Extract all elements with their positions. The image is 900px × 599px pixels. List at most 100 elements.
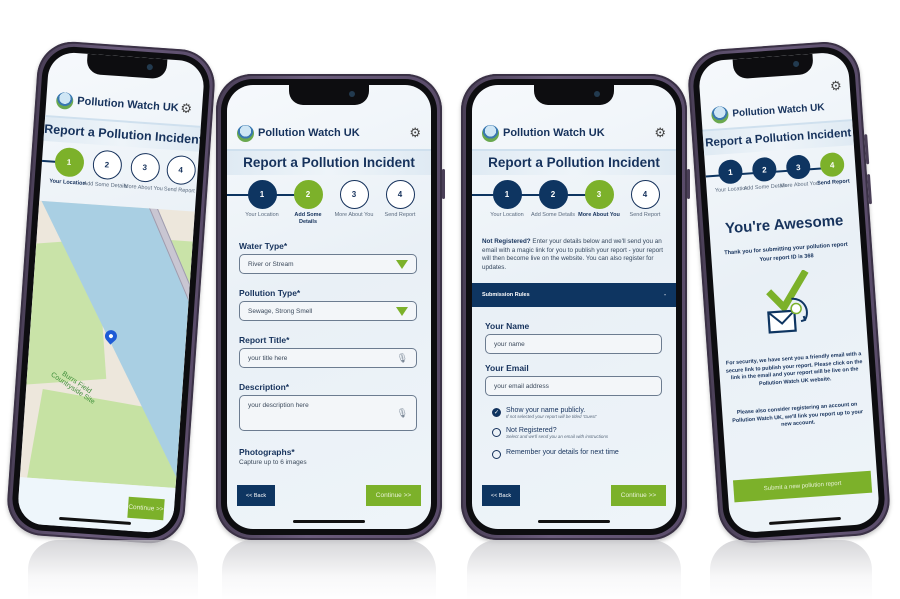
option-label: Remember your details for next time: [506, 449, 619, 456]
location-map[interactable]: Burrs Field Countryside Site: [19, 200, 195, 488]
submit-new-report-button[interactable]: Submit a new pollution report: [732, 470, 873, 503]
step-circle: 4: [165, 154, 197, 186]
report-title-input[interactable]: your title here 🎙: [239, 348, 417, 368]
pollution-watch-logo-icon: [710, 105, 729, 124]
step-label: Send Report: [816, 178, 850, 187]
description-label: Description*: [239, 382, 290, 392]
your-email-label: Your Email: [485, 363, 529, 373]
dropdown-arrow-icon: [396, 306, 408, 316]
option-label: Not Registered?: [506, 427, 557, 434]
brand-name: Pollution Watch UK: [258, 127, 360, 139]
notch: [732, 53, 814, 80]
step-4[interactable]: 4 Send Report: [622, 178, 668, 219]
option-hint: Select and we'll send you an email with …: [506, 434, 609, 439]
step-label: Add Some Details: [294, 212, 322, 225]
step-2[interactable]: 2 Add Some Details: [285, 178, 331, 225]
phone-screen-details: Pollution Watch UK ⚙ Report a Pollution …: [216, 74, 445, 540]
step-circle: 4: [630, 180, 660, 209]
phone-reflection: [710, 540, 872, 599]
water-type-select[interactable]: River or Stream: [239, 254, 417, 274]
brand-name: Pollution Watch UK: [503, 127, 605, 139]
step-label: Your Location: [245, 212, 279, 218]
continue-button[interactable]: Continue >>: [127, 496, 165, 521]
step-label: Send Report: [384, 212, 416, 218]
your-name-placeholder: your name: [494, 340, 525, 348]
app-screen: Pollution Watch UK ⚙ Report a Pollution …: [227, 85, 431, 529]
water-type-value: River or Stream: [248, 260, 294, 268]
page-title: Report a Pollution Incident: [227, 149, 431, 175]
camera-icon: [594, 91, 600, 97]
step-circle: 4: [819, 151, 845, 178]
step-3[interactable]: 3 More About You: [576, 178, 622, 219]
app-header: Pollution Watch UK ⚙: [227, 119, 431, 147]
progress-stepper: 1 Your Location 2 Add Some Details 3 Mor…: [227, 178, 431, 238]
continue-button[interactable]: Continue >>: [366, 485, 421, 506]
gear-icon[interactable]: ⚙: [409, 125, 421, 141]
pollution-watch-logo-icon: [237, 124, 254, 142]
step-circle: 3: [339, 180, 369, 209]
option-not-registered[interactable]: Not Registered? Select and we'll send yo…: [492, 427, 666, 439]
option-remember-details[interactable]: Remember your details for next time: [492, 449, 666, 459]
notch: [534, 85, 614, 105]
step-label: Send Report: [629, 212, 661, 218]
gear-icon[interactable]: ⚙: [180, 100, 193, 117]
collapse-icon[interactable]: -: [664, 292, 666, 298]
pollution-type-value: Sewage, Strong Smell: [248, 307, 313, 315]
step-label: Add Some Details: [530, 212, 576, 218]
step-circle: 2: [91, 149, 123, 181]
your-email-placeholder: your email address: [494, 382, 549, 390]
camera-icon: [146, 63, 154, 71]
microphone-icon[interactable]: 🎙: [397, 353, 408, 364]
description-textarea[interactable]: your description here 🎙: [239, 395, 417, 431]
pollution-watch-logo-icon: [55, 91, 74, 110]
your-name-input[interactable]: your name: [485, 334, 662, 354]
phone-reflection: [467, 540, 681, 599]
back-button[interactable]: << Back: [237, 485, 275, 506]
camera-icon: [349, 91, 355, 97]
gear-icon[interactable]: ⚙: [830, 78, 843, 95]
step-circle: 4: [385, 180, 415, 209]
step-circle: 3: [785, 154, 812, 180]
option-show-name[interactable]: ✓ Show your name publicly. If not select…: [492, 407, 666, 419]
step-1[interactable]: 1 Your Location: [239, 178, 285, 219]
notch: [86, 53, 168, 80]
back-button[interactable]: << Back: [482, 485, 520, 506]
your-email-input[interactable]: your email address: [485, 376, 662, 396]
home-indicator: [768, 516, 841, 525]
register-text: Please also consider registering an acco…: [732, 401, 864, 428]
checked-icon[interactable]: ✓: [492, 408, 501, 417]
step-4[interactable]: 4 Send Report: [377, 178, 423, 219]
step-label: More About You: [334, 212, 374, 218]
phone-screen-send-report: Pollution Watch UK ⚙ Report a Pollution …: [685, 39, 893, 546]
step-4[interactable]: 4 Send Report: [808, 149, 856, 188]
step-circle: 1: [717, 158, 744, 185]
step-2[interactable]: 2 Add Some Details: [530, 178, 576, 219]
app-screen: Pollution Watch UK ⚙ Report a Pollution …: [16, 51, 206, 534]
gear-icon[interactable]: ⚙: [654, 125, 666, 141]
step-label: Your Location: [490, 212, 524, 218]
progress-stepper: 1 Your Location 2 Add Some Details 3 Mor…: [705, 149, 859, 219]
security-text: For security, we have sent you a friendl…: [725, 351, 863, 387]
brand-name: Pollution Watch UK: [731, 101, 825, 120]
report-title-placeholder: your title here: [248, 354, 288, 362]
step-circle: 1: [53, 146, 85, 178]
microphone-icon[interactable]: 🎙: [397, 408, 408, 419]
notch: [289, 85, 369, 105]
phone-screen-about-you: Pollution Watch UK ⚙ Report a Pollution …: [461, 74, 690, 540]
option-hint: If not selected your report will be titl…: [506, 414, 597, 419]
step-circle: 3: [129, 152, 161, 184]
page-title: Report a Pollution Incident: [472, 149, 676, 175]
step-1[interactable]: 1 Your Location: [484, 178, 530, 219]
radio-icon[interactable]: [492, 428, 501, 437]
app-header: Pollution Watch UK ⚙: [472, 119, 676, 147]
radio-icon[interactable]: [492, 450, 501, 459]
intro-bold: Not Registered?: [482, 238, 531, 245]
email-check-icon: [760, 269, 821, 343]
phone-reflection: [28, 540, 198, 599]
accordion-label: Submission Rules: [482, 292, 530, 298]
description-placeholder: your description here: [248, 402, 309, 409]
continue-button[interactable]: Continue >>: [611, 485, 666, 506]
step-3[interactable]: 3 More About You: [331, 178, 377, 219]
pollution-type-select[interactable]: Sewage, Strong Smell: [239, 301, 417, 321]
submission-rules-accordion[interactable]: Submission Rules -: [472, 283, 676, 307]
